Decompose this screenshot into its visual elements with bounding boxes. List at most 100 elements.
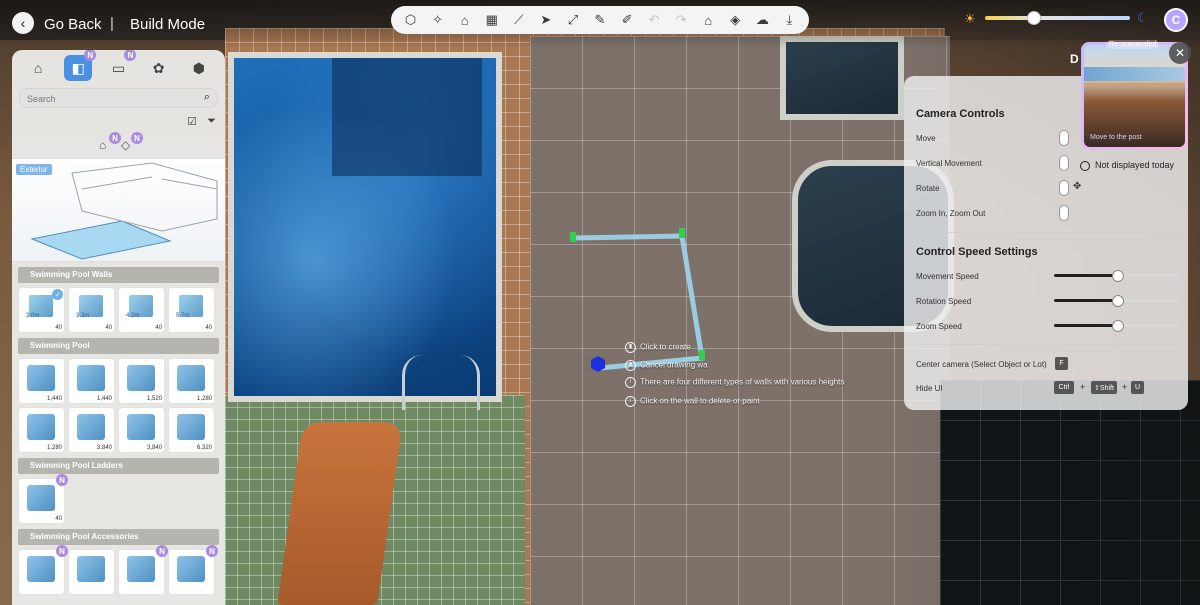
wall-height-label: 5.7m: [176, 313, 190, 319]
catalog-item[interactable]: N: [168, 545, 218, 595]
tab-build[interactable]: ◧ N: [64, 50, 97, 81]
catalog-item[interactable]: 5.7m 40: [168, 287, 215, 333]
user-avatar[interactable]: C: [1164, 8, 1188, 32]
zoom-speed-slider[interactable]: [1054, 320, 1179, 332]
redo-icon[interactable]: ↷: [670, 9, 692, 31]
move-to-post-link[interactable]: Move to the post: [1090, 134, 1142, 141]
tab-packs[interactable]: ⬢: [185, 55, 213, 81]
catalog-item[interactable]: 3,840: [118, 407, 165, 453]
catalog-item[interactable]: 3,840: [68, 407, 115, 453]
mode-title: Build Mode: [130, 16, 206, 33]
item-thumbnail: [77, 365, 105, 391]
slider-thumb[interactable]: [1111, 270, 1124, 282]
wall-height-label: 4.2m: [126, 313, 140, 319]
chevron-left-icon: ‹: [20, 15, 26, 31]
sea-strip: [1084, 67, 1185, 81]
cloud-save-icon[interactable]: ☁: [751, 9, 773, 31]
catalog-item[interactable]: 1,280: [18, 407, 65, 453]
selected-check-icon: ✓: [52, 289, 63, 300]
panel-peek-letter: D: [1070, 52, 1079, 66]
eyedropper-icon[interactable]: ✎: [589, 9, 611, 31]
item-price: 1,520: [146, 396, 162, 402]
wall-thumbnail: 3.0m: [26, 295, 53, 319]
slider-fill: [1054, 324, 1117, 327]
item-price: 6,320: [196, 445, 212, 451]
search-icon[interactable]: ⌕: [204, 91, 210, 104]
house-settings-icon[interactable]: ⌂: [697, 9, 719, 31]
item-thumbnail: [177, 556, 205, 582]
catalog-item[interactable]: [68, 549, 115, 595]
wall-endpoint-marker: [679, 228, 685, 238]
search-box: ⌕: [19, 88, 218, 108]
tab-furniture[interactable]: ▭ N: [104, 50, 137, 81]
catalog-item[interactable]: 1,520: [118, 358, 165, 404]
item-price: 3,840: [96, 445, 112, 451]
hint-wall-types: i There are four different types of walls…: [625, 377, 844, 388]
filter-icon[interactable]: ⏷: [207, 115, 216, 128]
room-icon[interactable]: ⌂: [454, 9, 476, 31]
back-button[interactable]: ‹: [12, 12, 34, 34]
catalog-item[interactable]: 6,320: [168, 407, 215, 453]
movement-speed-slider[interactable]: [1054, 270, 1179, 282]
camera-row-label: Rotate: [916, 184, 940, 193]
divider: [916, 232, 1180, 233]
build-object-icon[interactable]: ⬡: [400, 9, 422, 31]
catalog-item[interactable]: N: [118, 545, 168, 595]
item-price: 1,440: [96, 396, 112, 402]
go-back-label[interactable]: Go Back: [44, 16, 102, 33]
checklist-icon[interactable]: ☑: [187, 115, 197, 128]
exterior-preview[interactable]: Exterior: [12, 158, 225, 262]
move-icon[interactable]: ⤢: [562, 9, 584, 31]
rotation-speed-slider[interactable]: [1054, 295, 1179, 307]
item-price: 40: [105, 325, 112, 331]
close-button[interactable]: ✕: [1169, 42, 1191, 64]
divider: [916, 344, 1180, 345]
recommended-image[interactable]: Move to the post: [1084, 45, 1185, 147]
time-of-day-slider[interactable]: [985, 11, 1130, 25]
slider-thumb[interactable]: [1111, 295, 1124, 307]
tab-decor[interactable]: ✿: [145, 55, 173, 81]
not-displayed-today-option[interactable]: Not displayed today: [1080, 160, 1174, 171]
catalog-item[interactable]: 1,440: [18, 358, 65, 404]
search-input[interactable]: [20, 90, 189, 108]
item-grid: 40 N: [12, 474, 225, 524]
item-price: 1,440: [46, 396, 62, 402]
sub-tab-layers-icon[interactable]: ◇: [121, 138, 130, 152]
catalog-item[interactable]: 4.2m 40: [118, 287, 165, 333]
deck-railing: [1084, 83, 1185, 86]
catalog-item[interactable]: 1,440: [68, 358, 115, 404]
wall-thumbnail: 5.7m: [176, 295, 203, 319]
new-badge: N: [131, 132, 143, 144]
catalog-item[interactable]: 1,280: [168, 358, 215, 404]
catalog-item[interactable]: 3.0m 40 ✓: [18, 287, 65, 333]
select-cursor-icon[interactable]: ➤: [535, 9, 557, 31]
packs-icon: ⬢: [192, 59, 205, 76]
item-price: 40: [55, 516, 62, 522]
undo-icon[interactable]: ↶: [643, 9, 665, 31]
terrain-icon[interactable]: ◈: [724, 9, 746, 31]
sub-tab-house-icon[interactable]: ⌂: [99, 138, 106, 152]
catalog-item[interactable]: 40 N: [18, 474, 68, 524]
key-ctrl: Ctrl: [1054, 381, 1074, 394]
slider-thumb[interactable]: [1111, 320, 1124, 332]
key-shift: ⇧Shift: [1091, 381, 1117, 394]
item-thumbnail: [127, 414, 155, 440]
recommended-tag: Recommended: [1106, 40, 1160, 49]
category-tabs: ⌂ ◧ N ▭ N ✿ ⬢: [12, 50, 225, 84]
camera-row-label: Move: [916, 134, 936, 143]
lots-icon: ⌂: [33, 60, 43, 76]
catalog-item[interactable]: 3.3m 40: [68, 287, 115, 333]
hint-delete-paint: i Click on the wall to delete or paint: [625, 396, 760, 407]
radio-icon[interactable]: [1080, 160, 1090, 171]
stairs-icon[interactable]: ⟋: [508, 9, 530, 31]
download-icon[interactable]: ⤓: [778, 9, 800, 31]
grid-icon[interactable]: ▦: [481, 9, 503, 31]
tab-lots[interactable]: ⌂: [24, 55, 52, 81]
mouse-drag-icon: [1059, 130, 1069, 146]
catalog-item[interactable]: N: [18, 545, 68, 595]
furniture-icon: ▭: [111, 59, 126, 76]
magic-wand-icon[interactable]: ✧: [427, 9, 449, 31]
time-of-day-thumb[interactable]: [1026, 11, 1041, 25]
item-grid: 1,440 1,440 1,520 1,280 1,280 3,840 3,840 6,320: [12, 358, 225, 453]
paint-icon[interactable]: ✐: [616, 9, 638, 31]
